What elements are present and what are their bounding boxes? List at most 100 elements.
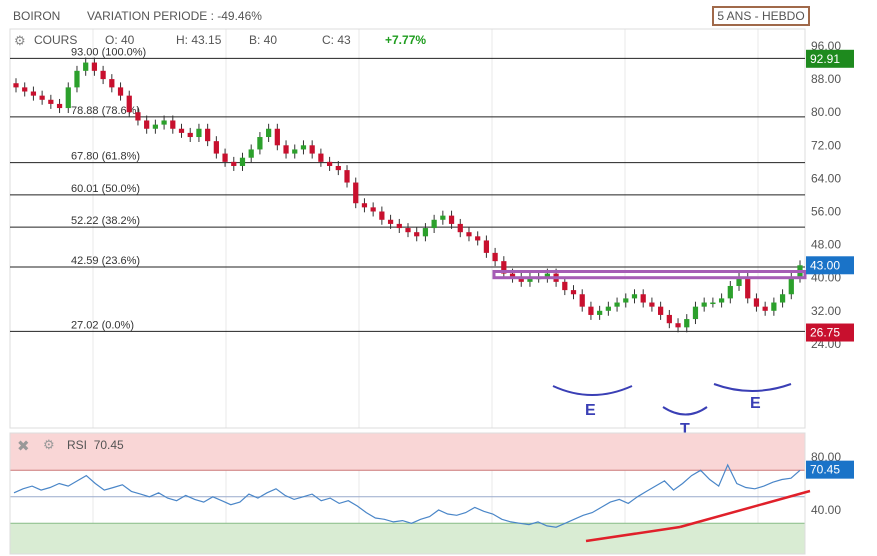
close-icon[interactable]: ✖ <box>17 437 30 455</box>
candle <box>48 99 54 104</box>
pattern-label: E <box>585 402 596 419</box>
candle <box>109 79 115 88</box>
rsi-tick-label: 40.00 <box>811 503 841 517</box>
candle <box>222 153 228 162</box>
candle <box>170 120 176 129</box>
candle <box>135 112 141 121</box>
candle <box>318 153 324 162</box>
y-tick-label: 32.00 <box>811 304 841 318</box>
candle <box>405 228 411 233</box>
pattern-arc-right <box>713 383 792 392</box>
pattern-arc-head <box>662 406 708 416</box>
candle <box>100 70 106 80</box>
candle <box>335 165 341 171</box>
candle <box>83 62 89 71</box>
candle <box>187 132 193 138</box>
candle <box>701 302 707 307</box>
y-tick-label: 56.00 <box>811 205 841 219</box>
candle <box>117 87 124 96</box>
candle <box>475 236 481 241</box>
candle <box>710 302 716 305</box>
candle <box>614 302 620 307</box>
candle <box>196 128 202 138</box>
fib-level-label: 27.02 (0.0%) <box>71 319 134 331</box>
candle <box>248 149 254 158</box>
candle <box>30 91 37 96</box>
candle <box>309 145 315 154</box>
candle <box>483 240 490 253</box>
y-tick-label: 88.00 <box>811 72 841 86</box>
last-price-badge-text: 43.00 <box>810 258 840 272</box>
candle <box>144 120 150 129</box>
candle <box>387 219 394 224</box>
candle <box>675 323 681 328</box>
candle <box>440 215 446 220</box>
candle <box>266 128 272 138</box>
candle <box>205 128 211 142</box>
candle <box>361 203 368 208</box>
candle <box>640 294 646 303</box>
candle <box>91 62 98 71</box>
gear-icon[interactable]: ⚙ <box>43 437 55 453</box>
candle <box>370 207 376 212</box>
candle <box>152 124 158 129</box>
candle <box>745 277 751 299</box>
candle <box>762 306 768 311</box>
candle <box>396 223 402 229</box>
candle <box>466 232 472 237</box>
candle <box>579 294 585 307</box>
candle <box>753 298 760 307</box>
candle <box>684 319 690 328</box>
candle <box>13 83 19 88</box>
candle <box>353 182 359 204</box>
candle <box>379 211 385 220</box>
rsi-overbought-zone <box>10 433 805 471</box>
fib-level-label: 67.80 (61.8%) <box>71 151 140 163</box>
candle <box>788 277 794 295</box>
rsi-line <box>13 463 801 528</box>
candle <box>623 298 629 303</box>
y-tick-label: 64.00 <box>811 171 841 185</box>
y-tick-label: 48.00 <box>811 238 841 252</box>
candle <box>771 302 777 311</box>
low-price-badge-text: 26.75 <box>810 326 840 340</box>
rsi-oversold-zone <box>10 523 805 554</box>
candle <box>658 306 664 315</box>
fib-level-label: 60.01 (50.0%) <box>71 183 140 195</box>
candle <box>126 95 132 113</box>
y-tick-label: 72.00 <box>811 138 841 152</box>
y-tick-label: 80.00 <box>811 105 841 119</box>
candle <box>597 310 603 315</box>
fib-level-label: 42.59 (23.6%) <box>71 255 140 267</box>
candle <box>605 306 611 311</box>
candle <box>457 223 463 233</box>
chart-widget: BOIRON VARIATION PERIODE : -49.46% 5 ANS… <box>0 0 877 556</box>
candle <box>588 306 594 315</box>
candle <box>631 294 638 299</box>
candle <box>74 70 80 88</box>
candle <box>283 145 289 154</box>
candle <box>239 157 246 166</box>
candle <box>39 95 45 100</box>
candle <box>65 87 71 109</box>
candle <box>56 103 63 109</box>
candle <box>431 219 437 229</box>
candle <box>292 149 298 154</box>
candle <box>300 145 307 150</box>
candle <box>422 228 429 237</box>
candle <box>492 252 498 262</box>
candle <box>178 128 185 133</box>
candle <box>649 302 655 307</box>
candle <box>692 306 699 320</box>
rsi-last-badge-text: 70.45 <box>810 463 840 477</box>
high-price-badge-text: 92.91 <box>810 52 840 66</box>
rsi-label: RSI 70.45 <box>67 438 124 452</box>
candle <box>448 215 455 224</box>
candle <box>274 128 280 146</box>
candle <box>326 161 333 166</box>
candle <box>718 298 725 303</box>
candle <box>562 281 568 291</box>
candle <box>727 285 733 299</box>
price-chart-svg: 96.0088.0080.0072.0064.0056.0048.0040.00… <box>9 28 854 555</box>
candle <box>213 141 219 154</box>
